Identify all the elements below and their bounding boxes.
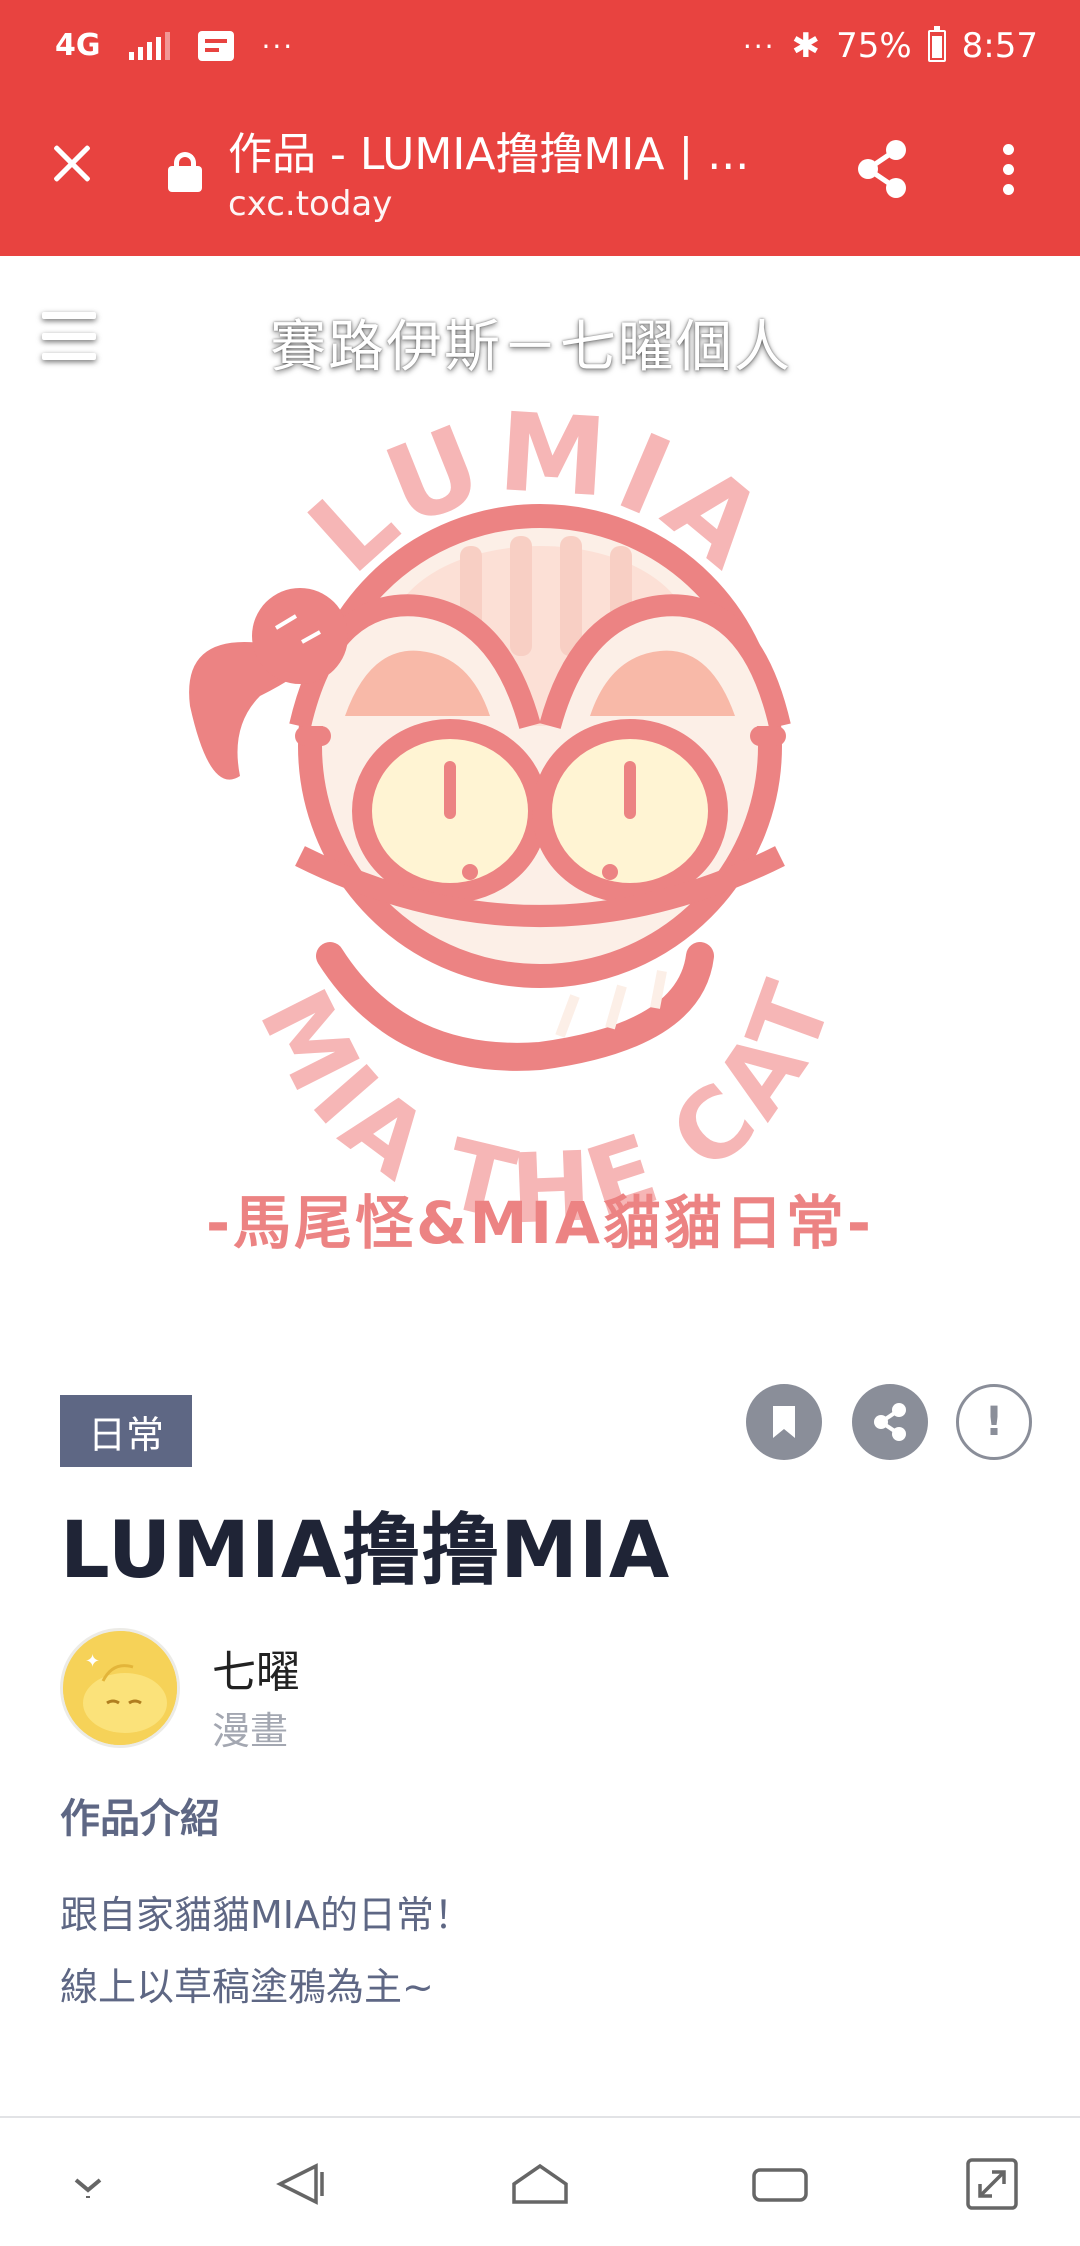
intro-line: 線上以草稿塗鴉為主~ [60,1965,434,2009]
signal-icon [128,32,170,60]
intro-heading: 作品介紹 [60,1796,220,1842]
author-name[interactable]: 七曜 [212,1636,300,1700]
share-icon[interactable] [848,134,918,204]
message-notification-icon [197,31,234,61]
expand-icon[interactable] [962,2154,1022,2214]
more-vert-icon[interactable] [988,134,1028,204]
back-icon[interactable] [272,2154,332,2214]
clock: 8:57 [961,26,1038,66]
cover-banner: LUMIA MIA THE CAT 賽路伊斯－七曜個人 -馬尾怪&MIA貓貓日常… [0,256,1080,1316]
battery-icon [927,26,946,62]
recents-icon[interactable] [750,2154,810,2214]
close-icon[interactable] [40,132,104,196]
system-navigation-bar [0,2116,1080,2246]
custom-tab-toolbar: 作品 - LUMIA撸撸MIA | ... cxc.today [0,90,1080,256]
more-status-indicator: ··· [742,29,776,63]
battery-percentage: 75% [836,26,912,66]
home-icon[interactable] [510,2154,570,2214]
share-work-icon[interactable] [852,1384,928,1460]
bluetooth-icon: ✱ [791,26,821,66]
browser-chrome: 4G ··· ··· ✱ 75% 8:57 作品 - LUMIA撸撸MIA | … [0,0,1080,256]
svg-text:✦: ✦ [85,1651,100,1672]
report-icon[interactable]: ! [956,1384,1032,1460]
chevron-down-icon[interactable] [58,2154,118,2214]
lumia-cat-logo: LUMIA MIA THE CAT [189,390,849,1246]
work-title: LUMIA撸撸MIA [60,1506,671,1596]
page-title[interactable]: 作品 - LUMIA撸撸MIA | ... [228,118,768,182]
intro-line: 跟自家貓貓MIA的日常！ [60,1893,472,1937]
avatar[interactable]: ✦ [60,1628,180,1748]
hamburger-menu-icon[interactable] [42,312,96,360]
site-title[interactable]: 賽路伊斯－七曜個人 [270,302,792,383]
lock-icon[interactable] [168,152,202,192]
status-bar: 4G ··· ··· ✱ 75% 8:57 [0,0,1080,90]
page-url[interactable]: cxc.today [228,184,392,224]
author-work-type: 漫畫 [212,1709,289,1753]
more-notifications-indicator: ··· [261,29,295,63]
category-tag[interactable]: 日常 [60,1395,192,1467]
bookmark-icon[interactable] [746,1384,822,1460]
cover-tagline: -馬尾怪&MIA貓貓日常- [206,1189,874,1257]
network-indicator: 4G [55,28,101,63]
